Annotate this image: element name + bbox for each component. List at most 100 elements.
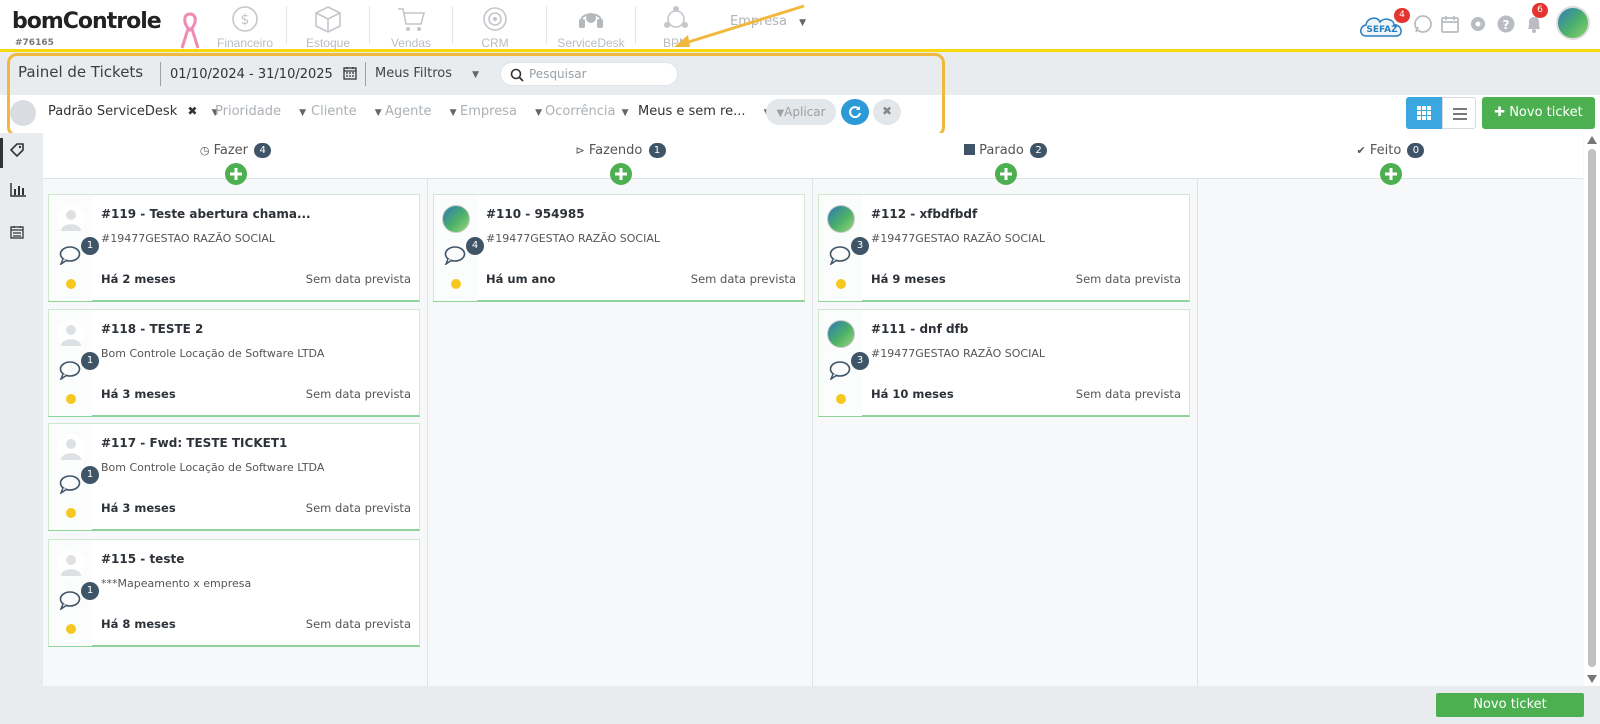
scrollbar-thumb[interactable] [1588, 149, 1596, 667]
grid-icon [1417, 106, 1431, 120]
whatsapp-icon[interactable] [1413, 14, 1433, 34]
footer-new-ticket-button[interactable]: Novo ticket [1436, 693, 1584, 717]
plus-icon [615, 168, 627, 180]
new-ticket-button[interactable]: ✚ Novo ticket [1482, 97, 1595, 129]
board-scrollbar[interactable] [1584, 133, 1600, 686]
calendar-icon[interactable] [1440, 14, 1460, 34]
nav-financeiro[interactable]: $ Financeiro [210, 4, 280, 50]
column-title-text: Fazer [213, 143, 249, 158]
scroll-down-arrow-icon[interactable] [1587, 675, 1597, 683]
tickets-tag-icon[interactable] [10, 143, 32, 165]
add-ticket-button[interactable] [610, 163, 632, 185]
ticket-card[interactable]: 1 #117 - Fwd: TESTE TICKET1 Bom Controle… [48, 423, 420, 531]
agent-avatar [827, 205, 855, 233]
ticket-age: Há 8 meses [101, 617, 176, 631]
ticket-company: ***Mapeamento x empresa [101, 577, 252, 590]
nav-vendas[interactable]: Vendas [376, 4, 446, 50]
list-view-button[interactable] [1442, 97, 1476, 129]
kanban-board: ◷ Fazer 4 1 #119 - Teste abertura chama.… [43, 133, 1584, 686]
annotation-highlight-box [7, 53, 945, 137]
notifications-bell-icon[interactable]: 6 [1524, 3, 1548, 34]
sefaz-button[interactable]: SEFAZ 4 [1358, 8, 1410, 38]
nav-crm[interactable]: CRM [460, 4, 530, 50]
comment-count: 1 [81, 352, 99, 370]
ticket-due: Sem data prevista [305, 272, 411, 286]
clock-icon: ◷ [199, 144, 210, 157]
priority-dot [66, 624, 76, 634]
ticket-company: #19477GESTAO RAZÃO SOCIAL [486, 232, 660, 245]
comment-bubble-icon [829, 361, 851, 380]
agent-avatar [827, 320, 855, 348]
comment-count: 1 [81, 237, 99, 255]
add-ticket-button[interactable] [1380, 163, 1402, 185]
nav-label: Financeiro [216, 36, 274, 50]
ticket-due: Sem data prevista [690, 272, 796, 286]
nav-estoque[interactable]: Estoque [293, 4, 363, 50]
column-count-badge: 1 [648, 143, 666, 158]
bomcontrole-logo[interactable]: bomControle #76165 [12, 9, 162, 48]
priority-dot [836, 394, 846, 404]
comment-count: 1 [81, 582, 99, 600]
comment-count: 1 [81, 466, 99, 484]
nav-divider [452, 6, 453, 44]
list-icon [1453, 108, 1467, 120]
priority-dot [66, 394, 76, 404]
pink-ribbon-icon [180, 12, 200, 50]
bar-chart-icon[interactable] [10, 183, 32, 205]
ticket-due: Sem data prevista [1075, 272, 1181, 286]
ticket-company: Bom Controle Locação de Software LTDA [101, 347, 325, 360]
nav-label: Vendas [390, 36, 432, 50]
column-title-text: Parado [979, 143, 1024, 158]
ticket-card[interactable]: 3 #112 - xfbdfbdf #19477GESTAO RAZÃO SOC… [818, 194, 1190, 302]
help-icon[interactable]: ? [1496, 14, 1516, 34]
comment-bubble-icon [59, 475, 81, 494]
add-ticket-button[interactable] [995, 163, 1017, 185]
calendar-icon[interactable] [10, 225, 32, 247]
ticket-title: #112 - xfbdfbdf [871, 207, 978, 221]
column-fazendo: ⊳ Fazendo 1 4 #110 - 954985 #19477GESTAO… [428, 133, 813, 686]
ticket-due: Sem data prevista [1075, 387, 1181, 401]
avatar-placeholder-icon [57, 320, 85, 348]
annotation-arrow [674, 4, 805, 47]
column-count-badge: 4 [254, 143, 272, 158]
priority-dot [451, 279, 461, 289]
ticket-due: Sem data prevista [305, 501, 411, 515]
ticket-card[interactable]: 1 #119 - Teste abertura chama... #19477G… [48, 194, 420, 302]
avatar-placeholder-icon [57, 434, 85, 462]
avatar-placeholder-icon [57, 205, 85, 233]
ticket-card[interactable]: 4 #110 - 954985 #19477GESTAO RAZÃO SOCIA… [433, 194, 805, 302]
plus-icon [1385, 168, 1397, 180]
kanban-view-button[interactable] [1406, 97, 1442, 129]
sefaz-badge: 4 [1394, 8, 1410, 23]
svg-text:?: ? [1503, 18, 1510, 32]
notifications-badge: 6 [1532, 3, 1548, 18]
ticket-title: #115 - teste [101, 552, 185, 566]
priority-dot [66, 508, 76, 518]
ticket-company: #19477GESTAO RAZÃO SOCIAL [871, 347, 1045, 360]
ticket-card[interactable]: 3 #111 - dnf dfb #19477GESTAO RAZÃO SOCI… [818, 309, 1190, 417]
gear-icon[interactable] [1468, 14, 1488, 34]
add-ticket-button[interactable] [225, 163, 247, 185]
ticket-card[interactable]: 1 #115 - teste ***Mapeamento x empresa H… [48, 539, 420, 647]
active-nav-indicator [0, 138, 3, 168]
ticket-due: Sem data prevista [305, 617, 411, 631]
footer-bar [0, 686, 1600, 724]
nav-label: ServiceDesk [557, 36, 625, 50]
nav-divider [286, 6, 287, 44]
ticket-company: #19477GESTAO RAZÃO SOCIAL [871, 232, 1045, 245]
agent-avatar [442, 205, 470, 233]
ticket-card[interactable]: 1 #118 - TESTE 2 Bom Controle Locação de… [48, 309, 420, 417]
ticket-title: #111 - dnf dfb [871, 322, 969, 336]
priority-dot [66, 279, 76, 289]
comment-count: 3 [851, 352, 869, 370]
ticket-age: Há 3 meses [101, 501, 176, 515]
user-avatar[interactable] [1556, 6, 1590, 40]
left-sidebar [0, 133, 43, 686]
plus-icon [230, 168, 242, 180]
scroll-up-arrow-icon[interactable] [1587, 136, 1597, 144]
cart-icon [398, 8, 426, 31]
column-count-badge: 0 [1407, 143, 1425, 158]
ticket-company: Bom Controle Locação de Software LTDA [101, 461, 325, 474]
nav-servicedesk[interactable]: ServiceDesk [556, 4, 626, 50]
column-title: ✔ Feito 0 [1198, 143, 1583, 158]
